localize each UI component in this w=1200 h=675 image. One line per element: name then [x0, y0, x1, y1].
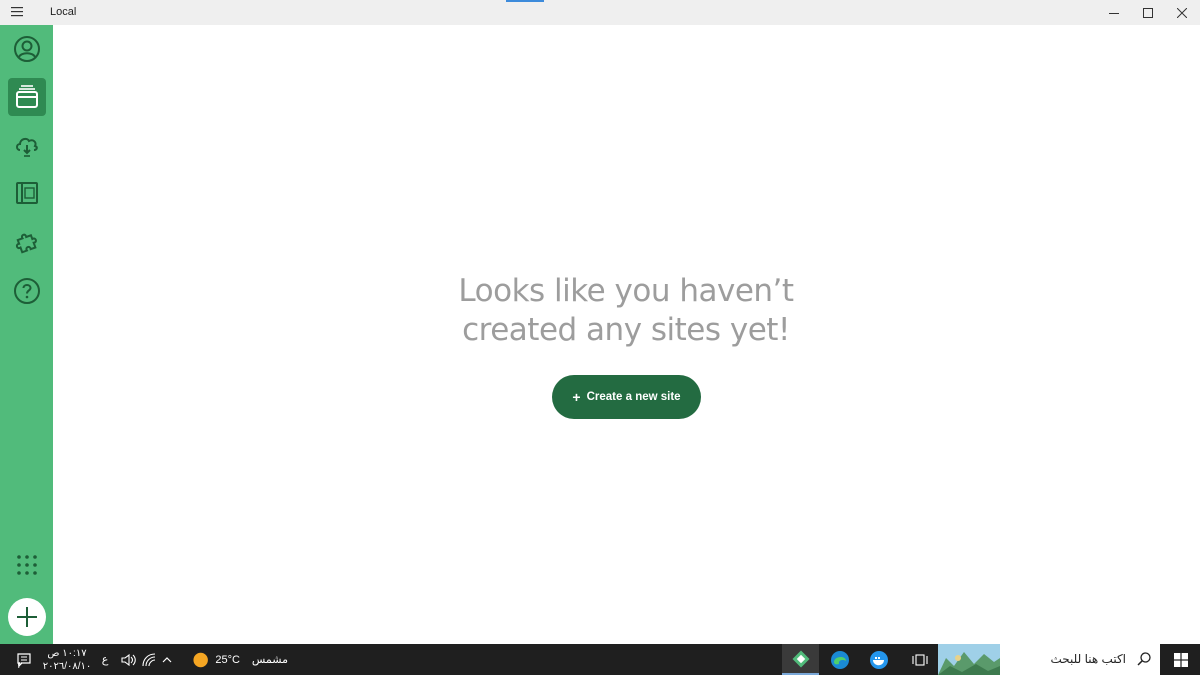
- empty-state-message: Looks like you haven’t created any sites…: [400, 272, 852, 350]
- network-button[interactable]: [140, 644, 158, 675]
- grid-menu-button[interactable]: [8, 546, 46, 584]
- title-accent-line: [506, 0, 544, 2]
- wifi-icon: [142, 652, 156, 666]
- maximize-icon: [1143, 7, 1153, 18]
- sidebar-item-connect[interactable]: [8, 126, 46, 164]
- clock-date: ٢٠٢٦/٠٨/١٠: [42, 660, 92, 672]
- chevron-up-icon: [162, 656, 172, 662]
- user-circle-icon: [14, 36, 40, 62]
- taskbar-app-docker[interactable]: [860, 644, 897, 675]
- close-icon: [1177, 7, 1187, 18]
- empty-state-line-1: Looks like you haven’t: [458, 273, 794, 309]
- windows-start-icon: [1174, 652, 1188, 667]
- sun-icon: [193, 652, 208, 667]
- plus-icon: [17, 607, 37, 627]
- show-hidden-icons-button[interactable]: [158, 644, 176, 675]
- docker-icon: [869, 650, 888, 669]
- language-indicator[interactable]: ع: [96, 644, 114, 675]
- weather-temperature: 25°C: [215, 653, 240, 666]
- create-plus-icon: +: [572, 389, 581, 405]
- clock-button[interactable]: ١٠:١٧ ص ٢٠٢٦/٠٨/١٠: [42, 644, 92, 675]
- edge-icon: [830, 650, 849, 669]
- close-button[interactable]: [1162, 0, 1200, 25]
- task-view-button[interactable]: [905, 644, 935, 675]
- create-new-site-label: Create a new site: [586, 391, 681, 403]
- taskbar: ٣ ١٠:١٧ ص ٢٠٢٦/٠٨/١٠ ع 25°C مشمس اكتب هن…: [0, 644, 1200, 675]
- add-site-button[interactable]: [8, 598, 46, 636]
- volume-button[interactable]: [118, 644, 138, 675]
- window-title: Local: [50, 6, 77, 18]
- notification-center-button[interactable]: ٣: [8, 644, 40, 675]
- search-icon: [1137, 652, 1151, 666]
- clock-time: ١٠:١٧ ص: [47, 647, 87, 659]
- taskbar-app-local[interactable]: [782, 644, 819, 675]
- search-highlight-image[interactable]: [938, 644, 1000, 675]
- sidebar-item-help[interactable]: [8, 272, 46, 310]
- empty-state-line-2: created any sites yet!: [462, 312, 790, 348]
- task-view-icon: [912, 653, 928, 666]
- sidebar-item-account[interactable]: [8, 30, 46, 68]
- notification-badge: ٣: [17, 660, 22, 670]
- weather-condition: مشمس: [251, 654, 288, 666]
- title-bar: Local: [0, 0, 1200, 25]
- hamburger-icon[interactable]: [9, 5, 25, 19]
- sidebar-item-local-sites[interactable]: [8, 78, 46, 116]
- puzzle-icon: [15, 233, 37, 254]
- cloud-upload-icon: [16, 137, 38, 157]
- sidebar-item-addons[interactable]: [8, 222, 46, 260]
- volume-icon: [121, 653, 136, 666]
- sidebar: [0, 25, 53, 644]
- sites-stack-icon: [16, 85, 38, 108]
- create-new-site-button[interactable]: + Create a new site: [552, 375, 701, 419]
- grid-dots-icon: [17, 555, 37, 575]
- weather-widget[interactable]: 25°C مشمس: [188, 644, 288, 675]
- start-button[interactable]: [1162, 644, 1200, 675]
- landscape-illustration-icon: [938, 644, 1000, 675]
- help-circle-icon: [14, 278, 40, 304]
- taskbar-search-box[interactable]: اكتب هنا للبحث: [1000, 644, 1160, 675]
- sidebar-item-blueprints[interactable]: [8, 174, 46, 212]
- search-placeholder: اكتب هنا للبحث: [1050, 652, 1126, 666]
- minimize-icon: [1109, 12, 1119, 14]
- taskbar-app-edge[interactable]: [821, 644, 858, 675]
- blueprint-icon: [16, 182, 38, 204]
- local-app-icon: [792, 650, 809, 667]
